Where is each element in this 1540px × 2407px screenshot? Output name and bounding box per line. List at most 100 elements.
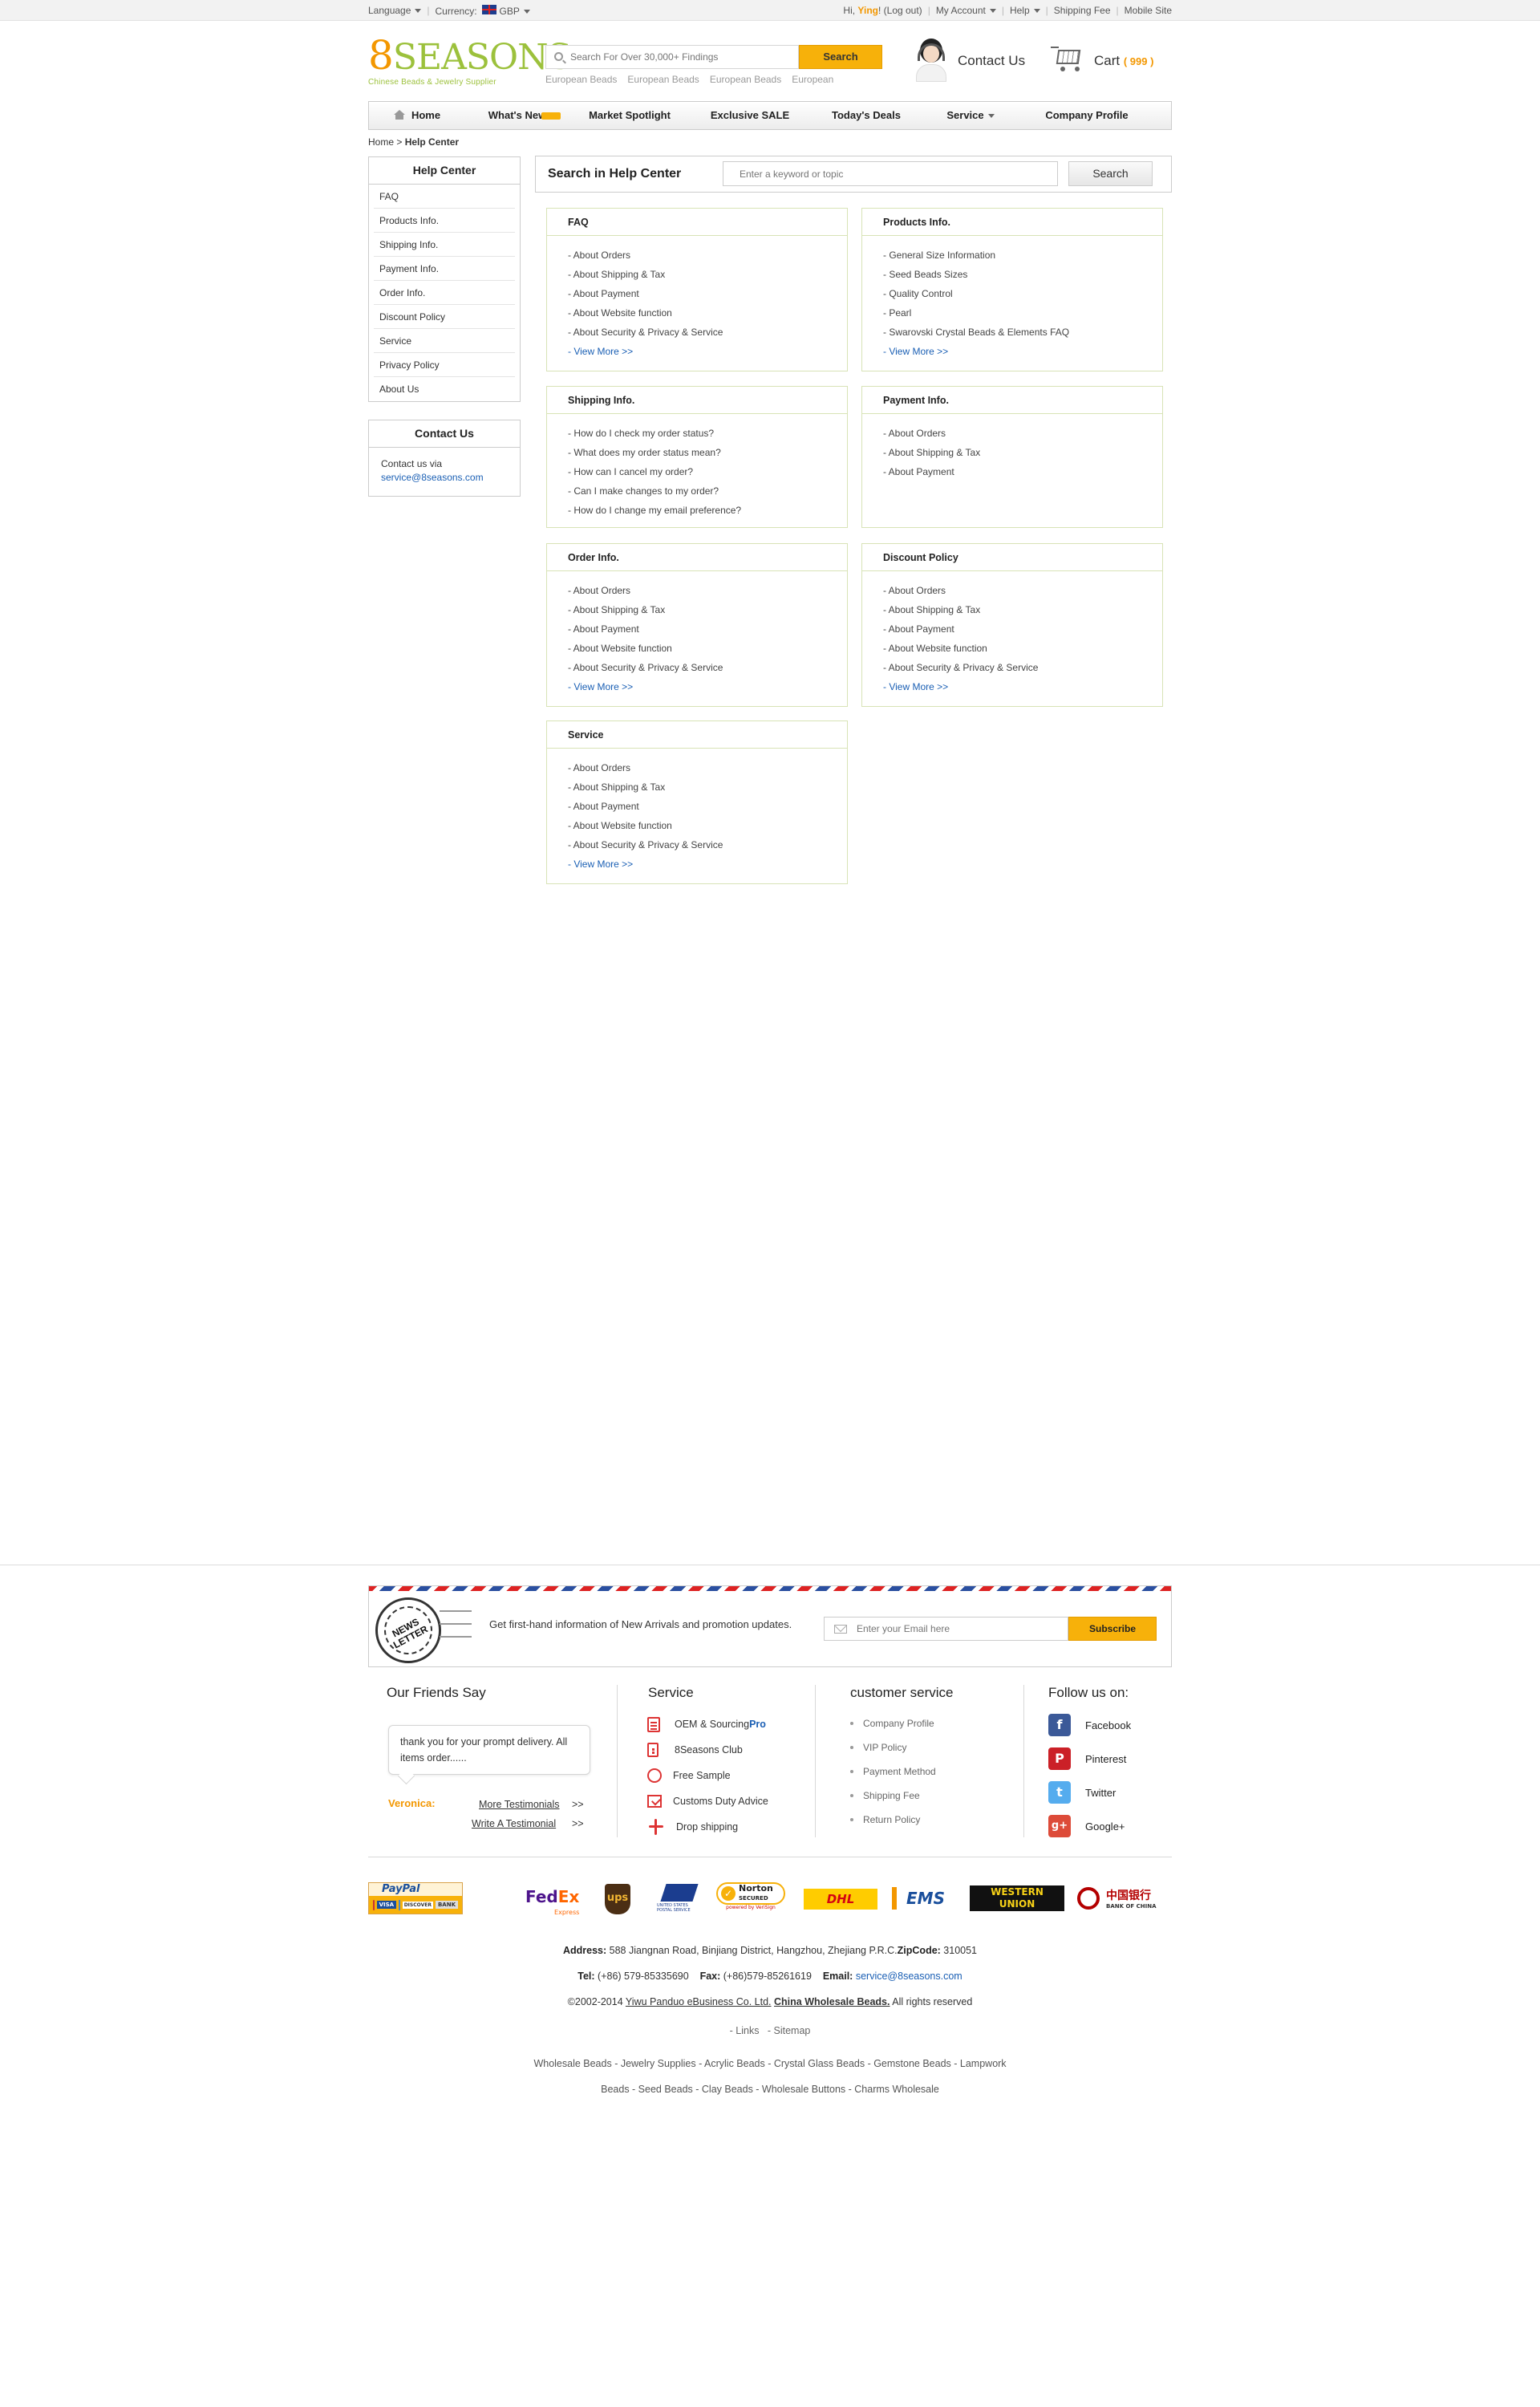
card-link[interactable]: - About Payment bbox=[568, 619, 847, 639]
card-link[interactable]: - About Shipping & Tax bbox=[568, 265, 847, 284]
social-pinterest[interactable]: P Pinterest bbox=[1048, 1747, 1126, 1770]
card-link[interactable]: - About Shipping & Tax bbox=[568, 777, 847, 797]
service-free-sample[interactable]: Free Sample bbox=[647, 1767, 731, 1784]
sidebar-item-payment-info[interactable]: Payment Info. bbox=[374, 257, 515, 281]
card-link[interactable]: - About Security & Privacy & Service bbox=[568, 835, 847, 854]
footer-link-vip-policy[interactable]: VIP Policy bbox=[850, 1741, 936, 1765]
nav-company-profile[interactable]: Company Profile bbox=[1019, 102, 1155, 129]
nav-market-spotlight[interactable]: Market Spotlight bbox=[569, 102, 690, 129]
help-search-button[interactable]: Search bbox=[1068, 161, 1153, 186]
card-link[interactable]: - General Size Information bbox=[883, 246, 1162, 265]
footer-link-company-profile[interactable]: Company Profile bbox=[850, 1717, 936, 1741]
card-link[interactable]: - About Orders bbox=[883, 581, 1162, 600]
social-twitter[interactable]: t Twitter bbox=[1048, 1781, 1116, 1804]
card-link[interactable]: - About Security & Privacy & Service bbox=[883, 658, 1162, 677]
nav-whats-new[interactable]: What's New bbox=[465, 102, 569, 129]
more-testimonials-link[interactable]: More Testimonials bbox=[479, 1799, 560, 1810]
nav-service[interactable]: Service bbox=[922, 102, 1019, 129]
card-link[interactable]: - About Shipping & Tax bbox=[883, 443, 1162, 462]
card-link[interactable]: - About Security & Privacy & Service bbox=[568, 658, 847, 677]
card-link[interactable]: - How do I check my order status? bbox=[568, 424, 847, 443]
card-link[interactable]: - About Website function bbox=[568, 639, 847, 658]
language-dropdown[interactable]: Language bbox=[368, 5, 422, 16]
search-input[interactable] bbox=[570, 50, 795, 64]
card-link[interactable]: - About Payment bbox=[568, 797, 847, 816]
card-link[interactable]: - Pearl bbox=[883, 303, 1162, 323]
subscribe-button[interactable]: Subscribe bbox=[1068, 1617, 1157, 1641]
wholesale-beads-link[interactable]: China Wholesale Beads. bbox=[774, 1996, 890, 2007]
hot-keyword-link[interactable]: European bbox=[792, 74, 833, 85]
card-link[interactable]: - About Payment bbox=[883, 619, 1162, 639]
seo-links-line[interactable]: Beads - Seed Beads - Clay Beads - Wholes… bbox=[497, 2076, 1043, 2102]
contact-us-header[interactable]: Contact Us bbox=[913, 34, 1041, 87]
sidebar-item-order-info[interactable]: Order Info. bbox=[374, 281, 515, 305]
card-link[interactable]: - How do I change my email preference? bbox=[568, 501, 847, 520]
site-logo[interactable]: 8SEASONS Chinese Beads & Jewelry Supplie… bbox=[368, 35, 572, 91]
service-customs-duty[interactable]: Customs Duty Advice bbox=[647, 1792, 768, 1810]
card-link[interactable]: - About Payment bbox=[883, 462, 1162, 481]
card-link[interactable]: - About Payment bbox=[568, 284, 847, 303]
sidebar-item-products-info[interactable]: Products Info. bbox=[374, 209, 515, 233]
breadcrumb-home-link[interactable]: Home bbox=[368, 136, 394, 148]
card-link[interactable]: - Can I make changes to my order? bbox=[568, 481, 847, 501]
help-dropdown[interactable]: Help bbox=[1010, 5, 1040, 16]
nav-home[interactable]: Home bbox=[369, 102, 465, 129]
card-link[interactable]: - About Shipping & Tax bbox=[568, 600, 847, 619]
sidebar-item-faq[interactable]: FAQ bbox=[374, 185, 515, 209]
currency-dropdown[interactable]: Currency: GBP bbox=[436, 4, 530, 17]
card-link[interactable]: - About Website function bbox=[568, 303, 847, 323]
contact-email-link[interactable]: service@8seasons.com bbox=[381, 471, 508, 485]
footer-link-payment-method[interactable]: Payment Method bbox=[850, 1765, 936, 1789]
card-link[interactable]: - About Shipping & Tax bbox=[883, 600, 1162, 619]
service-drop-shipping[interactable]: Drop shipping bbox=[647, 1818, 738, 1836]
sidebar-item-discount-policy[interactable]: Discount Policy bbox=[374, 305, 515, 329]
seo-links-line[interactable]: Wholesale Beads - Jewelry Supplies - Acr… bbox=[497, 2051, 1043, 2076]
cart-button[interactable]: Cart ( 999 ) bbox=[1051, 43, 1171, 75]
social-facebook[interactable]: f Facebook bbox=[1048, 1714, 1131, 1736]
card-link[interactable]: - Quality Control bbox=[883, 284, 1162, 303]
service-8seasons-club[interactable]: 8Seasons Club bbox=[647, 1741, 743, 1759]
card-link[interactable]: - About Orders bbox=[568, 758, 847, 777]
hot-keyword-link[interactable]: European Beads bbox=[545, 74, 617, 85]
locale-group: Language | Currency: GBP bbox=[368, 4, 530, 17]
footer-link-return-policy[interactable]: Return Policy bbox=[850, 1813, 936, 1837]
company-link[interactable]: Yiwu Panduo eBusiness Co. Ltd. bbox=[626, 1996, 772, 2007]
sidebar-item-about-us[interactable]: About Us bbox=[374, 377, 515, 401]
my-account-dropdown[interactable]: My Account bbox=[936, 5, 996, 16]
card-link[interactable]: - About Website function bbox=[568, 816, 847, 835]
newsletter-email-input[interactable] bbox=[824, 1617, 1068, 1641]
card-link[interactable]: - About Orders bbox=[568, 246, 847, 265]
nav-exclusive-sale[interactable]: Exclusive SALE bbox=[690, 102, 810, 129]
view-more-link[interactable]: - View More >> bbox=[883, 677, 1162, 696]
card-link[interactable]: - What does my order status mean? bbox=[568, 443, 847, 462]
card-link[interactable]: - Seed Beads Sizes bbox=[883, 265, 1162, 284]
card-link[interactable]: - About Website function bbox=[883, 639, 1162, 658]
footer-link-shipping-fee[interactable]: Shipping Fee bbox=[850, 1789, 936, 1813]
hot-keyword-link[interactable]: European Beads bbox=[710, 74, 781, 85]
card-link[interactable]: - Swarovski Crystal Beads & Elements FAQ bbox=[883, 323, 1162, 342]
links-link[interactable]: - Links bbox=[730, 2025, 760, 2036]
hot-keyword-link[interactable]: European Beads bbox=[627, 74, 699, 85]
sidebar-item-privacy-policy[interactable]: Privacy Policy bbox=[374, 353, 515, 377]
mobile-site-link[interactable]: Mobile Site bbox=[1125, 5, 1172, 16]
view-more-link[interactable]: - View More >> bbox=[568, 342, 847, 361]
nav-todays-deals[interactable]: Today's Deals bbox=[810, 102, 922, 129]
write-testimonial-link[interactable]: Write A Testimonial bbox=[472, 1818, 556, 1829]
social-google-plus[interactable]: g+ Google+ bbox=[1048, 1815, 1125, 1837]
card-link[interactable]: - How can I cancel my order? bbox=[568, 462, 847, 481]
view-more-link[interactable]: - View More >> bbox=[568, 677, 847, 696]
card-link[interactable]: - About Orders bbox=[883, 424, 1162, 443]
sitemap-link[interactable]: - Sitemap bbox=[768, 2025, 811, 2036]
card-link[interactable]: - About Orders bbox=[568, 581, 847, 600]
service-oem-sourcing[interactable]: OEM & Sourcing Pro bbox=[647, 1715, 766, 1733]
sidebar-item-shipping-info[interactable]: Shipping Info. bbox=[374, 233, 515, 257]
view-more-link[interactable]: - View More >> bbox=[568, 854, 847, 874]
search-button[interactable]: Search bbox=[799, 45, 882, 69]
help-search-input[interactable] bbox=[723, 161, 1058, 186]
logout-link[interactable]: ! (Log out) bbox=[878, 5, 922, 16]
sidebar-item-service[interactable]: Service bbox=[374, 329, 515, 353]
shipping-fee-link[interactable]: Shipping Fee bbox=[1054, 5, 1111, 16]
view-more-link[interactable]: - View More >> bbox=[883, 342, 1162, 361]
footer-email-link[interactable]: service@8seasons.com bbox=[856, 1971, 962, 1982]
card-link[interactable]: - About Security & Privacy & Service bbox=[568, 323, 847, 342]
